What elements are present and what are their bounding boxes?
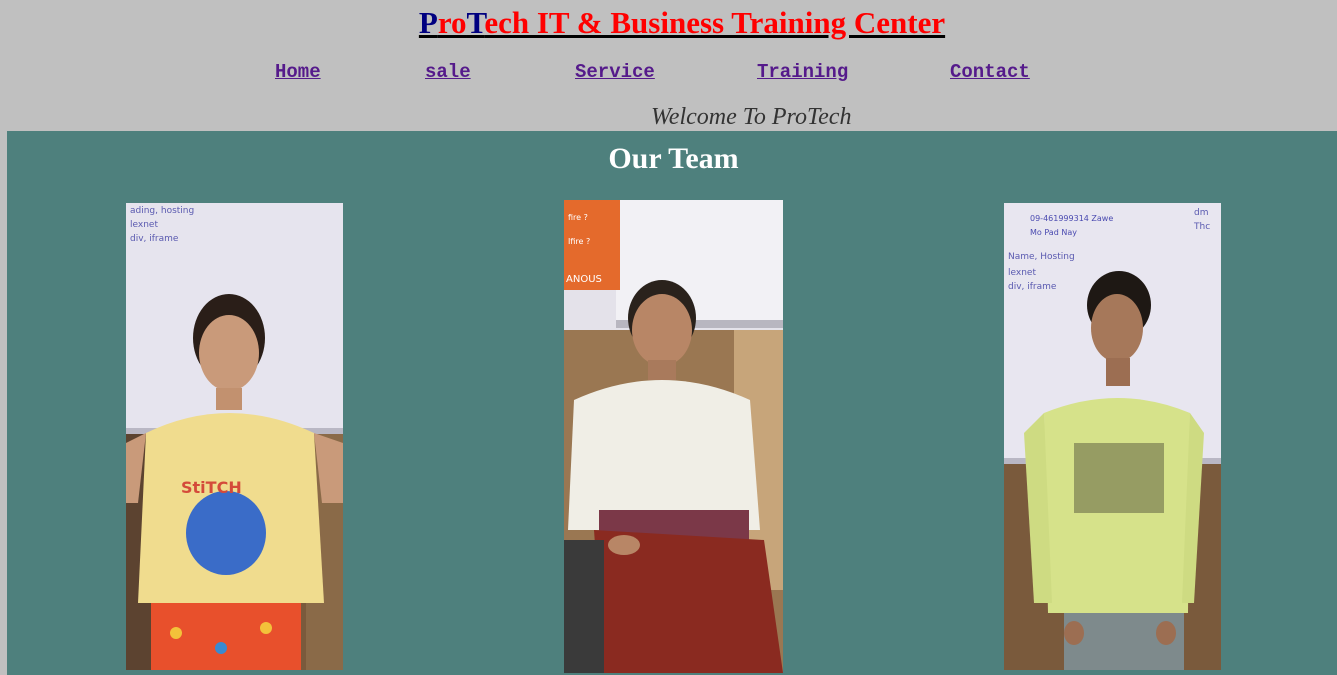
- svg-text:lexnet: lexnet: [130, 220, 158, 230]
- svg-text:Thc: Thc: [1193, 222, 1210, 232]
- svg-text:Mo Pad Nay: Mo Pad Nay: [1030, 228, 1077, 237]
- team-member-photo-2: fire ? Ifire ? ANOUS: [564, 200, 783, 673]
- title-ro[interactable]: ro: [438, 5, 467, 40]
- svg-text:fire ?: fire ?: [568, 213, 588, 222]
- svg-text:Name, Hosting: Name, Hosting: [1008, 252, 1075, 262]
- team-section: Our Team ading, hosting lexnet div, ifra…: [7, 131, 1337, 675]
- team-member-photo-3: 09-461999314 Zawe Mo Pad Nay Name, Hosti…: [1004, 203, 1221, 670]
- nav-link-service[interactable]: Service: [575, 60, 655, 84]
- svg-text:div, iframe: div, iframe: [1008, 282, 1057, 292]
- svg-text:ANOUS: ANOUS: [566, 274, 602, 285]
- svg-text:StiTCH: StiTCH: [181, 478, 242, 497]
- title-rest[interactable]: ech IT & Business Training Center: [484, 5, 945, 40]
- site-title[interactable]: ProTech IT & Business Training Center: [0, 4, 1337, 42]
- main-nav: Home sale Service Training Contact: [0, 60, 1337, 86]
- site-header: ProTech IT & Business Training Center Ho…: [0, 0, 1337, 131]
- nav-link-contact[interactable]: Contact: [950, 60, 1030, 84]
- svg-text:ading, hosting: ading, hosting: [130, 206, 194, 216]
- welcome-marquee: Welcome To ProTech: [651, 104, 852, 130]
- svg-text:Ifire ?: Ifire ?: [568, 237, 590, 246]
- team-heading: Our Team: [608, 142, 739, 175]
- svg-text:dm: dm: [1194, 208, 1208, 218]
- nav-link-training[interactable]: Training: [757, 60, 848, 84]
- svg-text:div, iframe: div, iframe: [130, 234, 179, 244]
- title-letter-p[interactable]: P: [419, 5, 438, 40]
- svg-text:lexnet: lexnet: [1008, 268, 1036, 278]
- svg-text:09-461999314 Zawe: 09-461999314 Zawe: [1030, 214, 1113, 223]
- team-member-photo-1: ading, hosting lexnet div, iframe StiTCH: [126, 203, 343, 670]
- title-letter-t[interactable]: T: [467, 5, 485, 40]
- nav-link-sale[interactable]: sale: [425, 60, 471, 84]
- nav-link-home[interactable]: Home: [275, 60, 321, 84]
